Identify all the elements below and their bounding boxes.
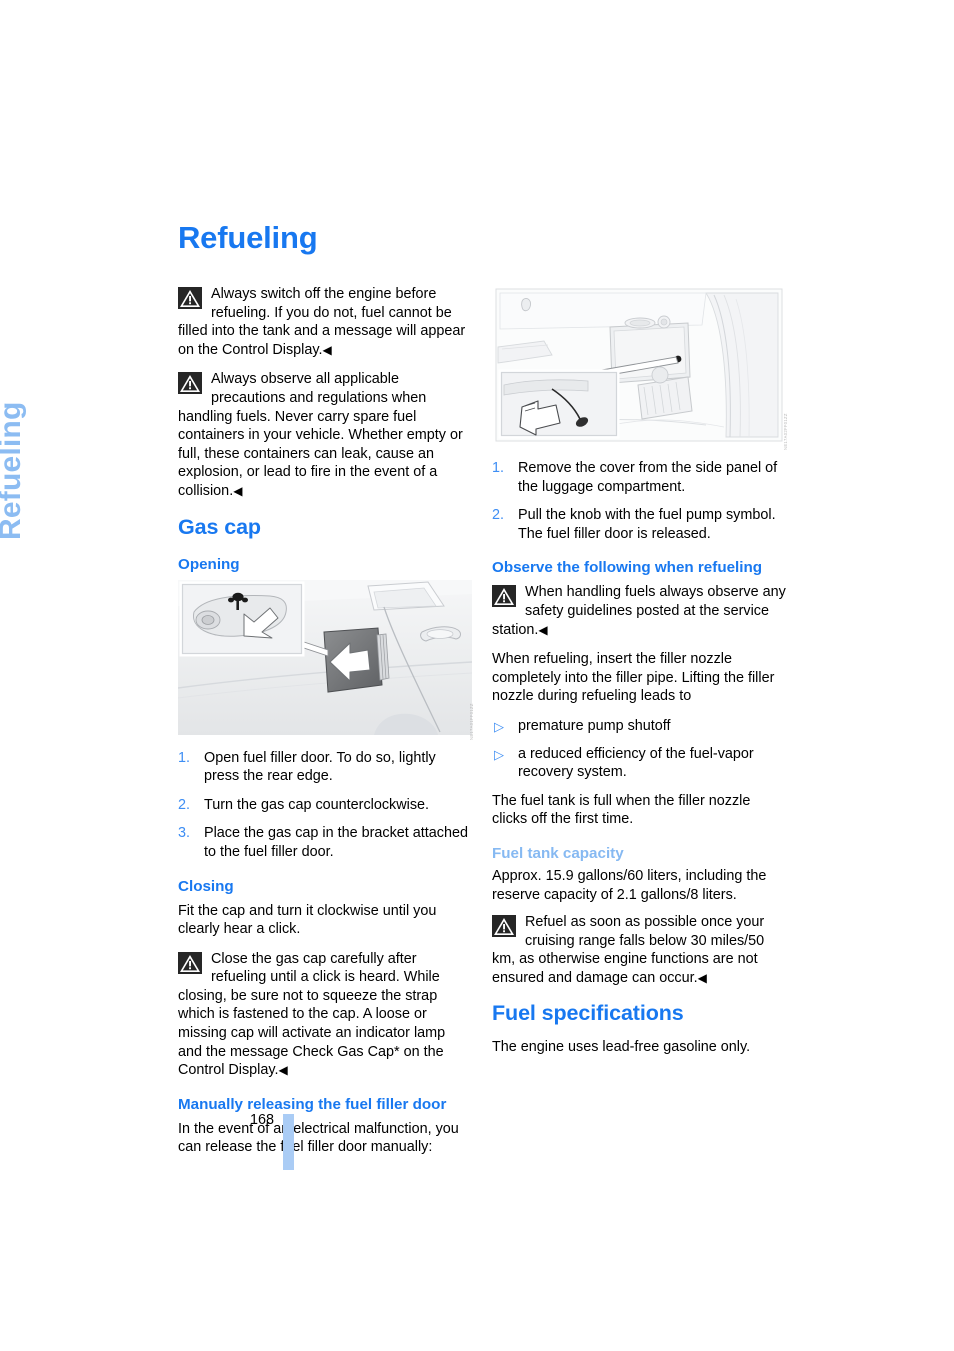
- step-text: Pull the knob with the fuel pump symbol.…: [518, 507, 776, 542]
- step-number: 1.: [178, 749, 191, 766]
- warning-text: Always observe all applicable precaution…: [178, 371, 463, 499]
- page-number: 168: [250, 1112, 275, 1128]
- triangle-bullet-icon: ▷: [494, 746, 504, 762]
- list-item: 2. Turn the gas cap counterclockwise.: [178, 796, 472, 815]
- warning-text: Close the gas cap carefully after refuel…: [178, 950, 446, 1079]
- warning-block-engine-off: Always switch off the engine before refu…: [178, 285, 472, 359]
- warning-triangle-icon: [178, 372, 202, 395]
- list-item: 1. Remove the cover from the side panel …: [492, 459, 786, 496]
- left-column: Always switch off the engine before refu…: [178, 285, 474, 1168]
- opening-steps-list: 1. Open fuel filler door. To do so, ligh…: [178, 749, 472, 862]
- fuel-specifications-paragraph: The engine uses lead-free gasoline only.: [492, 1039, 751, 1056]
- section-heading-gas-cap: Gas cap: [178, 514, 261, 539]
- subsection-heading-fuel-tank-capacity: Fuel tank capacity: [492, 844, 624, 862]
- step-number: 3.: [178, 825, 191, 842]
- warning-text: Refuel as soon as possible once your cru…: [492, 914, 765, 986]
- warning-triangle-icon: [492, 915, 516, 938]
- manual-release-steps-list: 1. Remove the cover from the side panel …: [492, 459, 786, 543]
- manual-release-paragraph: In the event of an electrical malfunctio…: [178, 1120, 459, 1156]
- warning-block-cruising-range: Refuel as soon as possible once your cru…: [492, 913, 786, 987]
- step-text: Turn the gas cap counterclockwise.: [204, 796, 430, 813]
- list-item: 3. Place the gas cap in the bracket atta…: [178, 824, 472, 861]
- page-number-bar: [283, 1114, 294, 1170]
- triangle-bullet-icon: ▷: [494, 718, 504, 734]
- warning-text: When handling fuels always observe any s…: [492, 584, 786, 638]
- end-mark: ◀: [322, 342, 332, 357]
- step-text: Remove the cover from the side panel of …: [518, 460, 778, 495]
- step-number: 2.: [492, 507, 505, 524]
- figure-id-label: NE17A02FF01ZZ: [783, 413, 788, 450]
- step-text: Place the gas cap in the bracket attache…: [204, 825, 468, 860]
- list-item: ▷ a reduced efficiency of the fuel-vapor…: [492, 745, 786, 782]
- end-mark: ◀: [538, 622, 548, 637]
- figure-opening-fuel-door: NE17A01FF01ZZ: [178, 579, 474, 740]
- figure-id-label: NE17A01FF01ZZ: [469, 703, 474, 740]
- nozzle-paragraph: When refueling, insert the filler nozzle…: [492, 651, 775, 705]
- bullet-text: a reduced efficiency of the fuel-vapor r…: [518, 745, 754, 781]
- warning-triangle-icon: [492, 585, 516, 608]
- right-column: NE17A02FF01ZZ 1. Remove the cover from t…: [492, 285, 788, 1068]
- section-heading-fuel-specifications: Fuel specifications: [492, 1001, 684, 1026]
- warning-block-closing-cap: Close the gas cap carefully after refuel…: [178, 950, 472, 1080]
- end-mark: ◀: [697, 970, 707, 985]
- end-mark: ◀: [278, 1063, 288, 1078]
- subsection-heading-closing: Closing: [178, 877, 234, 895]
- manual-page: Refueling Refueling Always switch off th…: [0, 0, 954, 1351]
- capacity-paragraph: Approx. 15.9 gallons/60 liters, includin…: [492, 867, 767, 903]
- list-item: 2. Pull the knob with the fuel pump symb…: [492, 506, 786, 543]
- step-number: 1.: [492, 460, 505, 476]
- warning-block-fuel-handling: Always observe all applicable precaution…: [178, 370, 472, 500]
- warning-triangle-icon: [178, 951, 202, 974]
- closing-paragraph: Fit the cap and turn it clockwise until …: [178, 902, 437, 938]
- warning-triangle-icon: [178, 287, 202, 309]
- warning-block-service-station: When handling fuels always observe any s…: [492, 583, 786, 639]
- tank-full-paragraph: The fuel tank is full when the filler no…: [492, 792, 751, 828]
- step-text: Open fuel filler door. To do so, lightly…: [204, 749, 436, 785]
- bullet-text: premature pump shutoff: [518, 717, 671, 734]
- subsection-heading-manual-release: Manually releasing the fuel filler door: [178, 1095, 447, 1113]
- step-number: 2.: [178, 796, 191, 813]
- nozzle-consequences-list: ▷ premature pump shutoff ▷ a reduced eff…: [492, 717, 786, 782]
- subsection-heading-opening: Opening: [178, 555, 240, 573]
- subsection-heading-observe-refueling: Observe the following when refueling: [492, 559, 763, 577]
- list-item: 1. Open fuel filler door. To do so, ligh…: [178, 749, 472, 786]
- page-title: Refueling: [178, 220, 318, 255]
- list-item: ▷ premature pump shutoff: [492, 717, 786, 736]
- end-mark: ◀: [233, 483, 243, 498]
- figure-manual-release-knob: NE17A02FF01ZZ: [492, 285, 788, 450]
- chapter-side-tab: Refueling: [0, 401, 27, 540]
